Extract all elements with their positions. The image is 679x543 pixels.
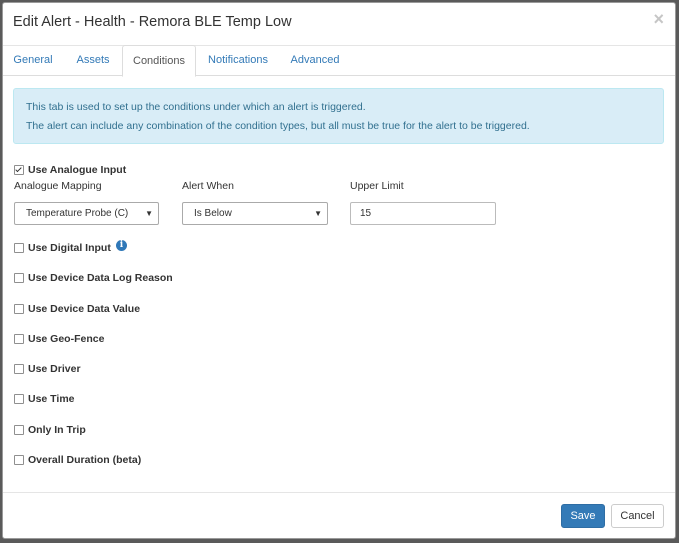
overall-duration-checkbox[interactable]: [14, 455, 24, 465]
tab-advanced[interactable]: Advanced: [279, 45, 351, 76]
alert-when-label: Alert When: [182, 180, 234, 192]
condition-row-digital-input: Use Digital Input: [14, 241, 111, 255]
analogue-input-label: Use Analogue Input: [28, 164, 127, 176]
condition-row-device-data-log-reason: Use Device Data Log Reason: [14, 271, 173, 285]
upper-limit-input[interactable]: [350, 202, 496, 225]
only-in-trip-checkbox[interactable]: [14, 425, 24, 435]
analogue-mapping-label: Analogue Mapping: [14, 180, 102, 192]
close-icon[interactable]: ×: [653, 9, 664, 29]
save-button[interactable]: Save: [561, 504, 605, 528]
digital-input-label: Use Digital Input: [28, 242, 111, 254]
device-data-log-reason-label: Use Device Data Log Reason: [28, 272, 173, 284]
footer-divider: [3, 492, 675, 493]
condition-row-geo-fence: Use Geo-Fence: [14, 332, 104, 346]
condition-row-overall-duration: Overall Duration (beta): [14, 453, 141, 467]
tab-bar: General Assets Conditions Notifications …: [3, 45, 675, 77]
conditions-info-alert: This tab is used to set up the condition…: [13, 88, 664, 144]
chevron-down-icon: ▼: [145, 209, 153, 218]
edit-alert-modal: Edit Alert - Health - Remora BLE Temp Lo…: [2, 2, 676, 539]
modal-title: Edit Alert - Health - Remora BLE Temp Lo…: [13, 14, 292, 30]
alert-when-value: Is Below: [194, 208, 232, 219]
condition-row-only-in-trip: Only In Trip: [14, 423, 86, 437]
alert-when-select[interactable]: Is Below ▼: [182, 202, 328, 225]
driver-checkbox[interactable]: [14, 364, 24, 374]
analogue-mapping-value: Temperature Probe (C): [26, 208, 129, 219]
driver-label: Use Driver: [28, 363, 81, 375]
geo-fence-label: Use Geo-Fence: [28, 333, 105, 345]
device-data-log-reason-checkbox[interactable]: [14, 273, 24, 283]
info-text-line-1: This tab is used to set up the condition…: [26, 101, 366, 113]
chevron-down-icon: ▼: [314, 209, 322, 218]
info-text-line-2: The alert can include any combination of…: [26, 120, 530, 132]
geo-fence-checkbox[interactable]: [14, 334, 24, 344]
time-checkbox[interactable]: [14, 394, 24, 404]
device-data-value-label: Use Device Data Value: [28, 303, 141, 315]
condition-row-driver: Use Driver: [14, 362, 81, 376]
tab-assets[interactable]: Assets: [63, 45, 123, 76]
analogue-input-row: Use Analogue Input: [14, 163, 126, 177]
device-data-value-checkbox[interactable]: [14, 304, 24, 314]
tab-general[interactable]: General: [3, 45, 63, 76]
analogue-input-checkbox[interactable]: [14, 165, 24, 175]
modal-header: Edit Alert - Health - Remora BLE Temp Lo…: [3, 3, 675, 46]
time-label: Use Time: [28, 393, 75, 405]
condition-row-time: Use Time: [14, 392, 75, 406]
cancel-button[interactable]: Cancel: [611, 504, 664, 528]
upper-limit-label: Upper Limit: [350, 180, 404, 192]
info-icon[interactable]: i: [116, 240, 127, 251]
tab-conditions[interactable]: Conditions: [122, 45, 196, 77]
analogue-mapping-select[interactable]: Temperature Probe (C) ▼: [14, 202, 159, 225]
tab-notifications[interactable]: Notifications: [197, 45, 279, 76]
digital-input-checkbox[interactable]: [14, 243, 24, 253]
overall-duration-label: Overall Duration (beta): [28, 454, 142, 466]
only-in-trip-label: Only In Trip: [28, 424, 86, 436]
condition-row-device-data-value: Use Device Data Value: [14, 302, 140, 316]
